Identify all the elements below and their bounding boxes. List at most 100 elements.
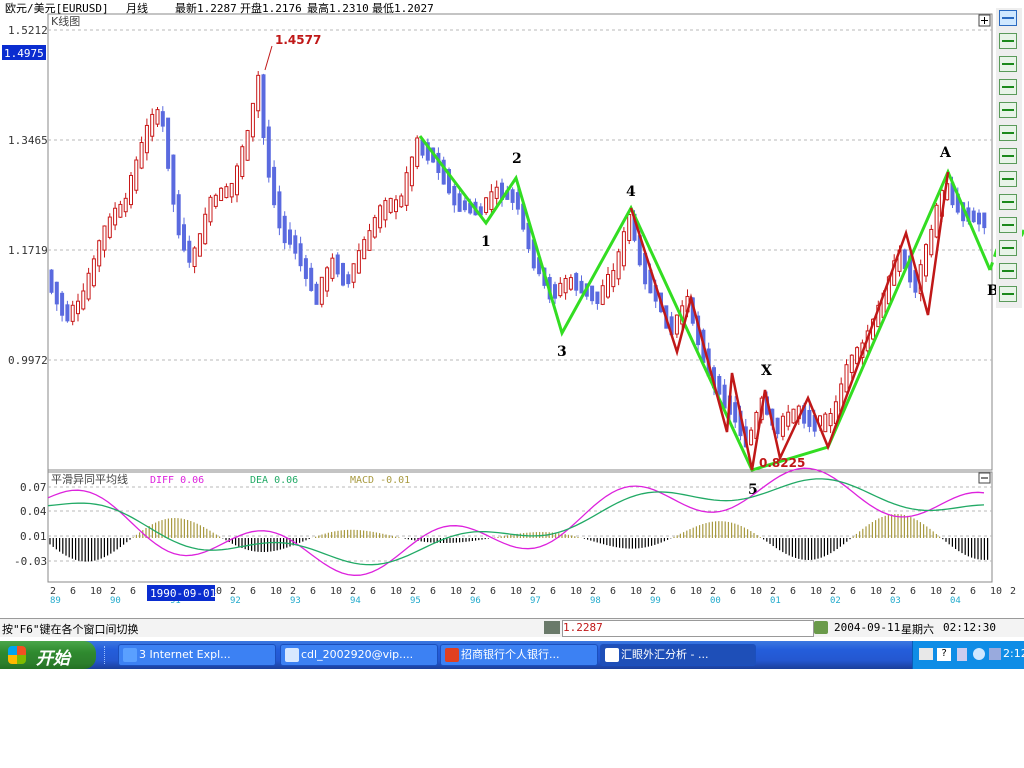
wave-label-3: 3 [557, 344, 567, 360]
candle-body [303, 258, 308, 279]
candle-body [49, 269, 54, 293]
candle-body [282, 215, 287, 244]
x-year-tick: 00 [710, 596, 721, 606]
candle-body [510, 189, 515, 203]
tool-icon-13[interactable] [999, 286, 1017, 302]
chevron-left-icon[interactable] [973, 648, 985, 660]
candle-body [76, 300, 80, 315]
candle-body [70, 304, 75, 322]
tool-icon-6[interactable] [999, 125, 1017, 141]
candle-body [335, 254, 340, 275]
x-year-tick: 90 [110, 596, 121, 606]
high-marker-line [264, 45, 273, 71]
keyboard-icon[interactable] [919, 648, 933, 660]
candle-body [452, 185, 457, 206]
tool-icon-2[interactable] [999, 33, 1017, 49]
high-label: 1.4577 [275, 33, 321, 47]
candle-body [674, 314, 679, 335]
candle-body [568, 277, 573, 290]
macd-tick-1: 0.07 [20, 481, 47, 494]
x-year-tick: 99 [650, 596, 661, 606]
x-year-tick: 93 [290, 596, 301, 606]
macd-panel-title: 平滑异同平均线 [51, 472, 128, 486]
candle-body [579, 280, 584, 294]
price-tick-3: 1.1719 [8, 244, 48, 257]
candle-body [314, 283, 319, 305]
candle-body [107, 216, 112, 238]
tool-icon-4[interactable] [999, 79, 1017, 95]
tool-icon-10[interactable] [999, 217, 1017, 233]
candle-body [235, 165, 239, 196]
candle-body [118, 203, 123, 218]
tool-icon-7[interactable] [999, 148, 1017, 164]
tool-icon-5[interactable] [999, 102, 1017, 118]
x-month-tick: 10 [690, 586, 702, 597]
task-email[interactable]: cdl_2002920@vip.... [280, 644, 438, 666]
tool-icon-3[interactable] [999, 56, 1017, 72]
candle-body [828, 412, 833, 427]
x-year-tick: 94 [350, 596, 361, 606]
chart-canvas[interactable]: 1.5212 1.3465 1.1719 0.9972 1.4975 K线图 1… [0, 0, 1024, 640]
task-bank[interactable]: 招商银行个人银行... [440, 644, 598, 666]
blank-overlay-box [538, 46, 821, 120]
calculator-icon[interactable] [544, 621, 560, 634]
candle-body [558, 282, 563, 297]
candle-body [97, 240, 102, 267]
task-forex-analysis[interactable]: 汇眼外汇分析 - ... [600, 644, 756, 666]
candle-body [160, 111, 165, 127]
network-icon[interactable] [989, 648, 1001, 660]
candle-body [86, 272, 91, 300]
macd-dea-value: DEA 0.06 [250, 475, 298, 486]
candle-body [298, 243, 303, 267]
macd-tick-3: 0.01 [20, 530, 47, 543]
candle-body [245, 130, 250, 161]
candle-body [600, 285, 605, 305]
candle-body [150, 113, 155, 137]
candle-body [791, 408, 796, 424]
candle-body [309, 267, 314, 291]
zoom-icon[interactable] [999, 10, 1017, 26]
candle-body [563, 278, 568, 294]
tool-icon-11[interactable] [999, 240, 1017, 256]
candle-body [627, 214, 632, 241]
help-icon[interactable]: ? [937, 648, 951, 661]
x-month-tick: 6 [970, 586, 976, 597]
x-month-tick: 6 [70, 586, 76, 597]
task-internet-explorer[interactable]: 3 Internet Expl... [118, 644, 276, 666]
candle-body [924, 244, 928, 277]
x-month-tick: 6 [250, 586, 256, 597]
candle-body [272, 166, 277, 206]
ie-icon [123, 648, 137, 662]
x-month-tick: 10 [90, 586, 102, 597]
macd-macd-value: MACD -0.01 [350, 475, 410, 486]
x-month-tick: 10 [450, 586, 462, 597]
candle-body [123, 197, 128, 213]
wave-label-1: 1 [481, 234, 491, 250]
candle-body [415, 137, 420, 167]
candle-body [971, 210, 976, 223]
start-label: 开始 [36, 649, 70, 669]
candle-body [362, 239, 367, 260]
tool-icon-8[interactable] [999, 171, 1017, 187]
candle-body [144, 124, 149, 154]
candle-body [929, 228, 934, 256]
tool-icon-9[interactable] [999, 194, 1017, 210]
candle-body [404, 172, 409, 206]
tool-icon-12[interactable] [999, 263, 1017, 279]
status-date: 2004-09-11 [834, 621, 901, 634]
candle-body [367, 230, 372, 251]
candle-body [155, 109, 160, 125]
candle-body [351, 263, 356, 283]
x-month-tick: 6 [550, 586, 556, 597]
candle-body [749, 429, 754, 446]
macd-tick-4: -0.03 [14, 555, 47, 568]
start-button[interactable]: 开始 [0, 641, 96, 669]
candle-body [208, 196, 213, 223]
x-month-tick: 6 [670, 586, 676, 597]
price-tick-2: 1.3465 [8, 134, 48, 147]
candle-body [717, 376, 722, 395]
x-month-tick: 10 [870, 586, 882, 597]
device-icon[interactable] [957, 648, 967, 661]
candle-body [457, 193, 462, 212]
task-label: 3 Internet Expl... [139, 648, 231, 661]
